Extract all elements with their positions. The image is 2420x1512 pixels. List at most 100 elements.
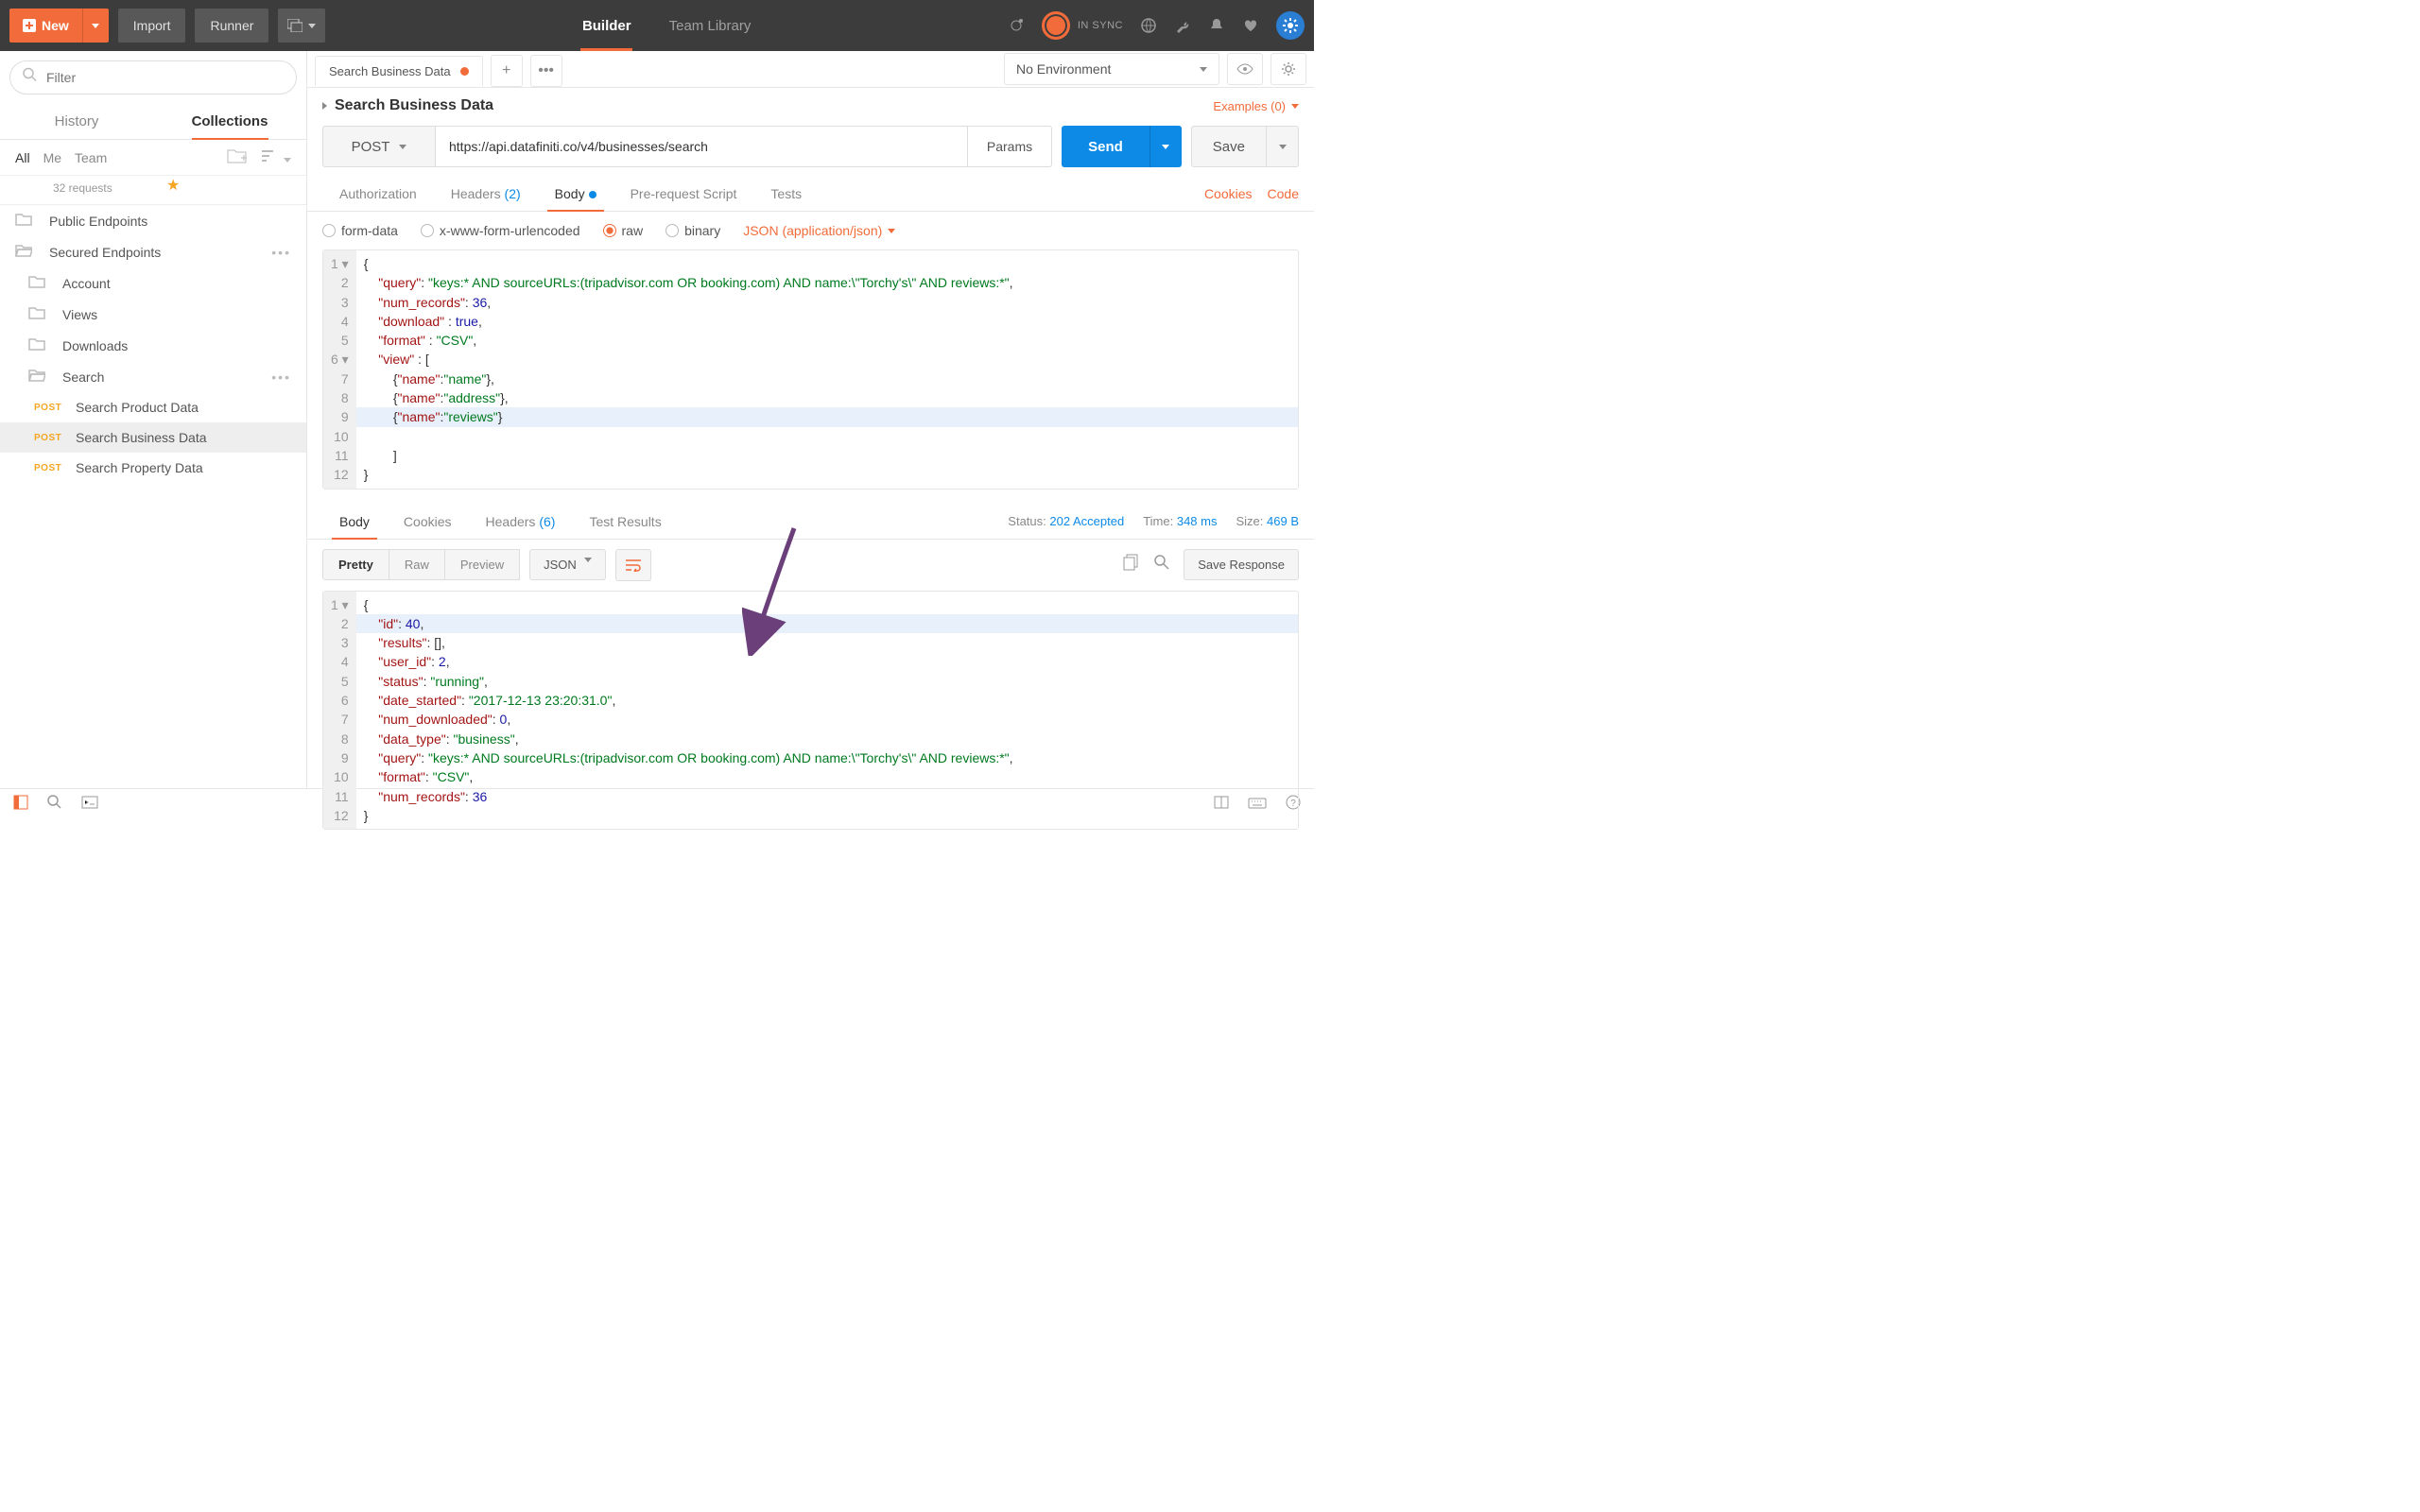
subtab-prerequest[interactable]: Pre-request Script (614, 177, 754, 211)
filter-input[interactable] (9, 60, 297, 94)
request-body-editor[interactable]: 1 ▾23456 ▾789101112 { "query": "keys:* A… (322, 249, 1299, 490)
search-response-icon[interactable] (1153, 554, 1170, 576)
satellite-icon[interactable] (1008, 17, 1025, 34)
seg-me[interactable]: Me (43, 150, 61, 165)
sidebar-item-label: Account (62, 276, 111, 291)
sidebar: History Collections All Me Team ★ (0, 51, 307, 788)
env-settings-button[interactable] (1270, 53, 1306, 85)
method-select[interactable]: POST (322, 126, 436, 167)
sync-status[interactable]: IN SYNC (1042, 11, 1123, 40)
star-icon: ★ (166, 176, 180, 195)
request-tab-label: Search Business Data (329, 64, 451, 78)
radio-urlencoded[interactable]: x-www-form-urlencoded (421, 223, 580, 238)
send-dropdown[interactable] (1150, 126, 1182, 167)
console-icon[interactable] (81, 796, 98, 814)
method-badge: POST (34, 463, 64, 473)
method-badge: POST (34, 403, 64, 413)
folder-open-icon (15, 244, 36, 260)
heart-icon[interactable] (1242, 17, 1259, 34)
sidebar-item-public-endpoints[interactable]: Public Endpoints (0, 205, 306, 236)
runner-button[interactable]: Runner (195, 9, 268, 43)
new-button[interactable]: New (9, 9, 82, 43)
environment-select[interactable]: No Environment (1004, 53, 1219, 85)
new-window-button[interactable] (278, 9, 325, 43)
tab-more-button[interactable]: ••• (530, 55, 562, 87)
params-button[interactable]: Params (968, 126, 1052, 167)
sidebar-item-search[interactable]: Search ••• (0, 361, 306, 392)
save-button[interactable]: Save (1191, 126, 1267, 167)
request-tab[interactable]: Search Business Data (315, 56, 483, 86)
response-body-viewer[interactable]: 1 ▾23456789101112 { "id": 40, "results":… (322, 591, 1299, 831)
response-format-select[interactable]: JSON (529, 549, 606, 580)
request-item[interactable]: POST Search Property Data (0, 453, 306, 483)
env-preview-button[interactable] (1227, 53, 1263, 85)
import-button[interactable]: Import (118, 9, 186, 43)
sidebar-item-account[interactable]: Account (0, 267, 306, 299)
plus-icon (23, 19, 36, 32)
seg-all[interactable]: All (15, 150, 30, 165)
content-type-select[interactable]: JSON (application/json) (743, 223, 895, 238)
code-link[interactable]: Code (1268, 186, 1299, 201)
cookies-link[interactable]: Cookies (1204, 186, 1253, 201)
sidebar-item-secured-endpoints[interactable]: Secured Endpoints ••• (0, 236, 306, 267)
subtab-tests[interactable]: Tests (753, 177, 819, 211)
response-meta: Status: 202 Accepted Time: 348 ms Size: … (1008, 514, 1299, 528)
request-item[interactable]: POST Search Business Data (0, 422, 306, 453)
gear-icon (1281, 61, 1296, 77)
more-icon[interactable]: ••• (271, 369, 291, 385)
window-icon (287, 19, 302, 32)
radio-raw[interactable]: raw (603, 223, 644, 238)
save-dropdown[interactable] (1267, 126, 1299, 167)
request-label: Search Product Data (76, 400, 199, 415)
more-icon[interactable]: ••• (271, 245, 291, 260)
radio-form-data[interactable]: form-data (322, 223, 398, 238)
send-button[interactable]: Send (1062, 126, 1150, 167)
sidebar-item-label: Public Endpoints (49, 214, 147, 229)
resp-tab-body[interactable]: Body (322, 505, 387, 539)
wrap-lines-button[interactable] (615, 549, 651, 581)
folder-icon (28, 337, 49, 353)
sort-icon[interactable] (261, 149, 291, 165)
sidebar-item-views[interactable]: Views (0, 299, 306, 330)
subtab-body[interactable]: Body (538, 177, 614, 211)
new-tab-button[interactable]: + (491, 55, 523, 87)
url-input[interactable] (436, 126, 968, 167)
request-item[interactable]: POST Search Product Data (0, 392, 306, 422)
tab-collections[interactable]: Collections (153, 104, 306, 139)
view-raw[interactable]: Raw (389, 549, 445, 580)
new-folder-icon[interactable] (227, 147, 248, 167)
request-label: Search Business Data (76, 430, 207, 445)
bell-icon[interactable] (1208, 17, 1225, 34)
tab-team-library[interactable]: Team Library (650, 0, 770, 51)
new-dropdown[interactable] (82, 9, 109, 43)
request-label: Search Property Data (76, 460, 203, 475)
resp-tab-headers[interactable]: Headers (6) (469, 505, 573, 539)
seg-team[interactable]: Team (75, 150, 107, 165)
request-title: Search Business Data (322, 97, 493, 114)
subtab-headers[interactable]: Headers (2) (434, 177, 538, 211)
find-icon[interactable] (47, 795, 62, 815)
unsaved-dot-icon (460, 67, 469, 76)
avatar[interactable] (1276, 11, 1305, 40)
view-pretty[interactable]: Pretty (322, 549, 389, 580)
subtab-authorization[interactable]: Authorization (322, 177, 434, 211)
globe-icon[interactable] (1140, 17, 1157, 34)
collection-header[interactable]: ★ 32 requests (0, 176, 306, 205)
sidebar-item-label: Secured Endpoints (49, 245, 161, 260)
sidebar-item-label: Search (62, 369, 104, 385)
tab-builder[interactable]: Builder (563, 0, 650, 51)
radio-binary[interactable]: binary (666, 223, 720, 238)
resp-tab-cookies[interactable]: Cookies (387, 505, 469, 539)
sidebar-toggle-icon[interactable] (13, 795, 28, 815)
eye-icon (1236, 63, 1253, 75)
save-response-button[interactable]: Save Response (1184, 549, 1299, 580)
view-preview[interactable]: Preview (445, 549, 520, 580)
resp-tab-tests[interactable]: Test Results (572, 505, 678, 539)
tab-history[interactable]: History (0, 104, 153, 139)
sidebar-item-downloads[interactable]: Downloads (0, 330, 306, 361)
folder-icon (15, 213, 36, 229)
copy-icon[interactable] (1123, 554, 1140, 576)
gear-icon (1282, 17, 1299, 34)
examples-dropdown[interactable]: Examples (0) (1213, 99, 1299, 113)
wrench-icon[interactable] (1174, 17, 1191, 34)
